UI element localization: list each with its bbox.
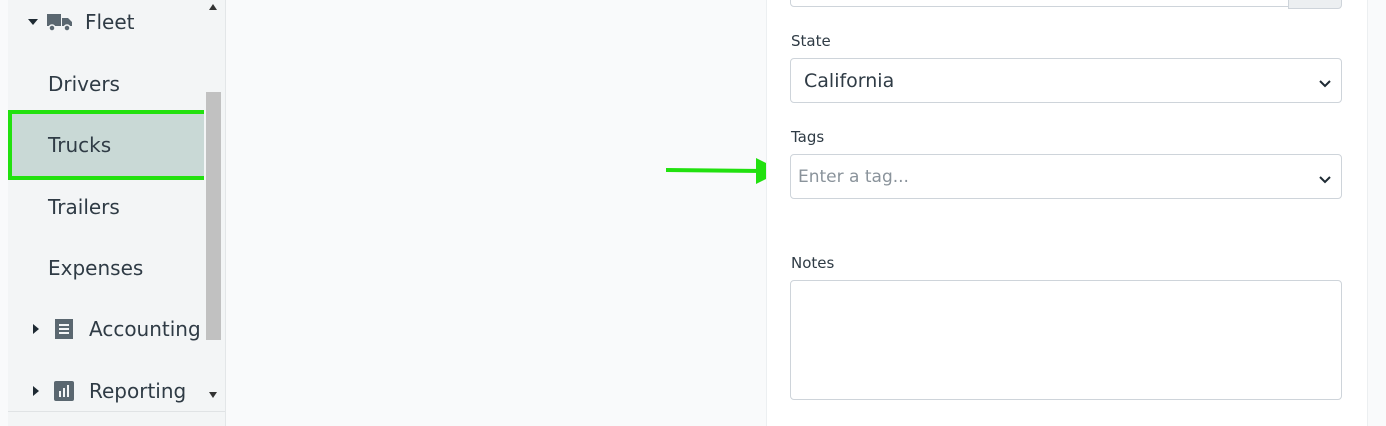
caret-down-icon <box>28 19 38 25</box>
tags-label: Tags <box>791 128 825 146</box>
scroll-thumb[interactable] <box>206 92 221 340</box>
state-label: State <box>791 32 831 50</box>
sidebar-item-drivers[interactable]: Drivers <box>8 54 204 114</box>
sidebar-item-label: Trailers <box>48 195 120 219</box>
tags-placeholder: Enter a tag... <box>798 166 909 187</box>
ledger-icon <box>51 318 77 340</box>
chevron-down-icon <box>1318 74 1332 96</box>
sidebar-item-expenses[interactable]: Expenses <box>8 238 204 298</box>
caret-right-icon <box>33 324 39 334</box>
tags-select[interactable]: Enter a tag... <box>790 154 1342 199</box>
notes-textarea[interactable] <box>790 280 1342 400</box>
sidebar: Fleet Drivers Trucks Trailers Expenses A… <box>8 0 226 426</box>
scroll-up-icon[interactable] <box>209 4 217 10</box>
state-select[interactable]: California <box>790 58 1342 103</box>
sidebar-item-label: Drivers <box>48 72 120 96</box>
sidebar-group-accounting-label: Accounting <box>89 317 201 341</box>
caret-right-icon <box>33 386 39 396</box>
sidebar-scrollbar[interactable] <box>204 0 223 406</box>
sidebar-item-label: Expenses <box>48 256 144 280</box>
notes-label: Notes <box>791 254 835 272</box>
state-select-value: California <box>804 69 895 92</box>
chevron-down-icon <box>1318 170 1332 192</box>
form-panel: State California Tags Enter a tag... Not… <box>766 0 1368 426</box>
sidebar-item-trucks[interactable]: Trucks <box>8 110 211 180</box>
sidebar-group-fleet-label: Fleet <box>85 10 135 34</box>
sidebar-group-reporting[interactable]: Reporting <box>8 361 204 421</box>
sidebar-group-accounting[interactable]: Accounting <box>8 299 204 359</box>
sidebar-item-trailers[interactable]: Trailers <box>8 177 204 237</box>
previous-input-addon[interactable] <box>1288 0 1342 9</box>
sidebar-item-label: Trucks <box>48 133 112 157</box>
sidebar-group-reporting-label: Reporting <box>89 379 187 403</box>
sidebar-divider <box>8 411 225 412</box>
scroll-down-icon[interactable] <box>209 392 217 398</box>
chart-icon <box>51 380 77 402</box>
sidebar-group-fleet[interactable]: Fleet <box>8 0 204 52</box>
previous-input[interactable] <box>790 0 1342 9</box>
truck-icon <box>47 11 73 33</box>
